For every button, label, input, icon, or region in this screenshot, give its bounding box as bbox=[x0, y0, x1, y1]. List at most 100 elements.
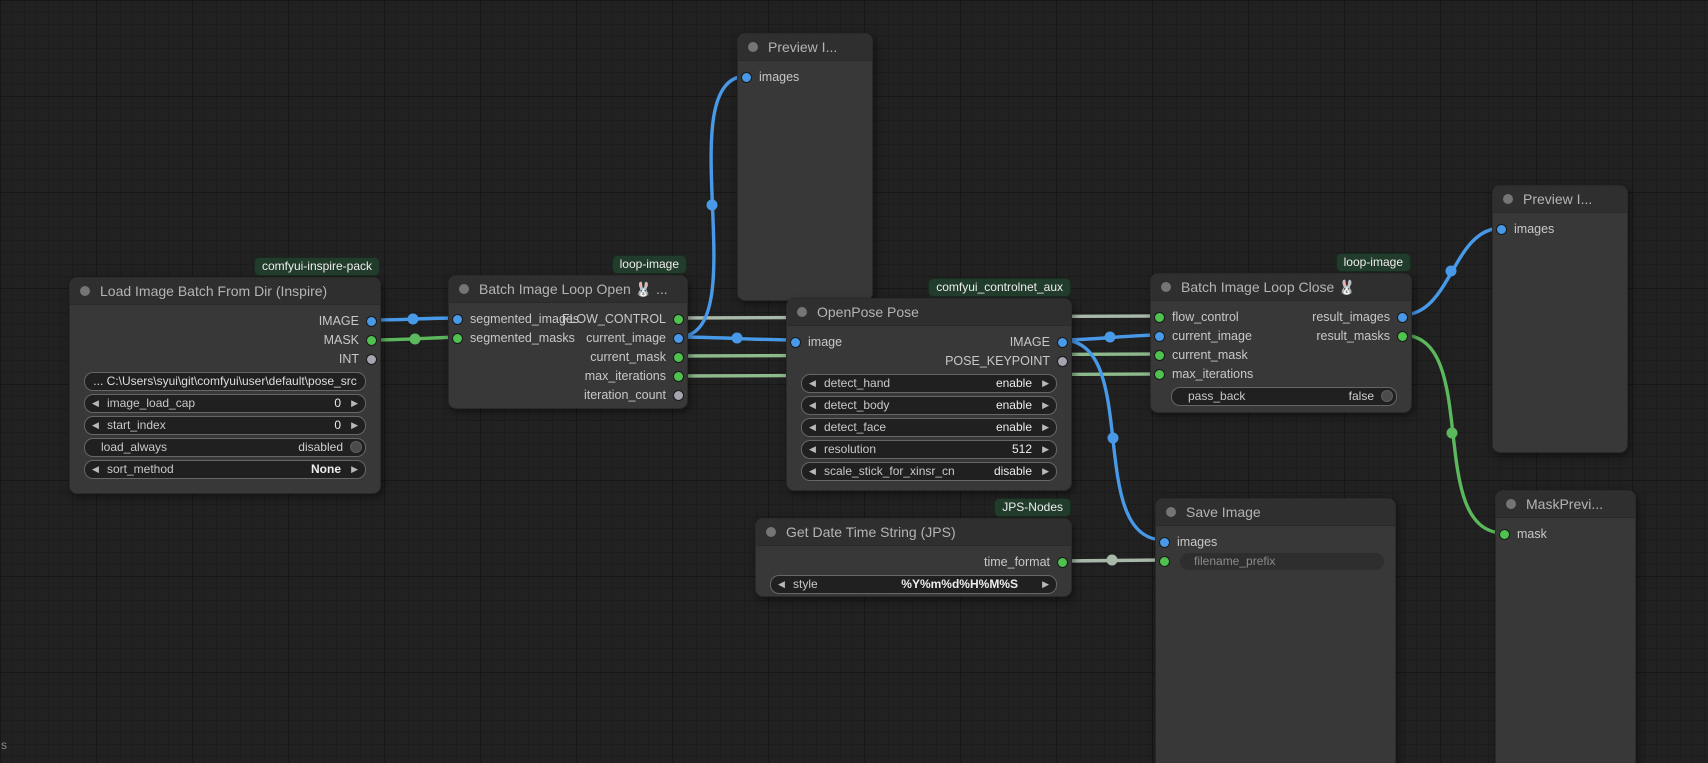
input-port-segmented-images[interactable] bbox=[453, 315, 462, 324]
collapse-dot-icon[interactable] bbox=[797, 307, 807, 317]
node-mask-preview[interactable]: MaskPrevi... mask bbox=[1495, 490, 1636, 763]
link-midpoint-dot[interactable] bbox=[410, 334, 421, 345]
node-title-bar[interactable]: Save Image bbox=[1156, 499, 1395, 526]
node-preview-image-right[interactable]: Preview I... images bbox=[1492, 185, 1628, 453]
output-label: time_format bbox=[984, 553, 1050, 572]
increment-arrow-icon[interactable]: ▶ bbox=[1042, 375, 1049, 392]
increment-arrow-icon[interactable]: ▶ bbox=[351, 417, 358, 434]
node-graph-canvas[interactable]: comfyui-inspire-pack Load Image Batch Fr… bbox=[0, 0, 1708, 763]
link-midpoint-dot[interactable] bbox=[707, 200, 718, 211]
node-load-image-batch-from-dir[interactable]: comfyui-inspire-pack Load Image Batch Fr… bbox=[69, 277, 381, 494]
collapse-dot-icon[interactable] bbox=[459, 284, 469, 294]
input-port-flow-control[interactable] bbox=[1155, 313, 1164, 322]
input-port-current-mask[interactable] bbox=[1155, 351, 1164, 360]
decrement-arrow-icon[interactable]: ◀ bbox=[92, 461, 99, 478]
output-port-current-mask[interactable] bbox=[674, 353, 683, 362]
input-port-image[interactable] bbox=[791, 338, 800, 347]
link-midpoint-dot[interactable] bbox=[1108, 433, 1119, 444]
output-port-time-format[interactable] bbox=[1058, 558, 1067, 567]
increment-arrow-icon[interactable]: ▶ bbox=[351, 461, 358, 478]
node-openpose-pose[interactable]: comfyui_controlnet_aux OpenPose Pose ima… bbox=[786, 298, 1072, 491]
node-title: Load Image Batch From Dir (Inspire) bbox=[100, 283, 327, 299]
output-port-mask[interactable] bbox=[367, 336, 376, 345]
node-title-bar[interactable]: Get Date Time String (JPS) bbox=[756, 519, 1071, 546]
collapse-dot-icon[interactable] bbox=[1166, 507, 1176, 517]
image-load-cap-widget[interactable]: ◀ image_load_cap 0 ▶ bbox=[84, 394, 366, 413]
detect-hand-widget[interactable]: ◀ detect_hand enable ▶ bbox=[801, 374, 1057, 393]
output-port-current-image[interactable] bbox=[674, 334, 683, 343]
increment-arrow-icon[interactable]: ▶ bbox=[1042, 441, 1049, 458]
detect-face-widget[interactable]: ◀ detect_face enable ▶ bbox=[801, 418, 1057, 437]
output-port-iteration-count[interactable] bbox=[674, 391, 683, 400]
detect-body-widget[interactable]: ◀ detect_body enable ▶ bbox=[801, 396, 1057, 415]
decrement-arrow-icon[interactable]: ◀ bbox=[809, 463, 816, 480]
link-midpoint-dot[interactable] bbox=[1447, 428, 1458, 439]
output-port-pose-keypoint[interactable] bbox=[1058, 357, 1067, 366]
decrement-arrow-icon[interactable]: ◀ bbox=[778, 576, 785, 593]
input-port-segmented-masks[interactable] bbox=[453, 334, 462, 343]
sort-method-widget[interactable]: ◀ sort_method None ▶ bbox=[84, 460, 366, 479]
node-title-bar[interactable]: Batch Image Loop Open 🐰 ... bbox=[449, 276, 687, 303]
decrement-arrow-icon[interactable]: ◀ bbox=[809, 419, 816, 436]
input-port-images[interactable] bbox=[742, 73, 751, 82]
node-title-bar[interactable]: Load Image Batch From Dir (Inspire) bbox=[70, 278, 380, 305]
link-midpoint-dot[interactable] bbox=[408, 314, 419, 325]
node-title-bar[interactable]: Preview I... bbox=[738, 34, 872, 61]
directory-path-widget[interactable]: ... C:\Users\syui\git\comfyui\user\defau… bbox=[84, 372, 366, 391]
output-port-result-masks[interactable] bbox=[1398, 332, 1407, 341]
node-title: OpenPose Pose bbox=[817, 304, 919, 320]
start-index-widget[interactable]: ◀ start_index 0 ▶ bbox=[84, 416, 366, 435]
widget-value: disable bbox=[994, 463, 1032, 480]
input-port-mask[interactable] bbox=[1500, 530, 1509, 539]
collapse-dot-icon[interactable] bbox=[80, 286, 90, 296]
link-midpoint-dot[interactable] bbox=[1446, 266, 1457, 277]
increment-arrow-icon[interactable]: ▶ bbox=[1042, 419, 1049, 436]
increment-arrow-icon[interactable]: ▶ bbox=[1042, 576, 1049, 593]
node-get-date-time-string[interactable]: JPS-Nodes Get Date Time String (JPS) tim… bbox=[755, 518, 1072, 597]
output-port-result-images[interactable] bbox=[1398, 313, 1407, 322]
link-midpoint-dot[interactable] bbox=[1105, 332, 1116, 343]
collapse-dot-icon[interactable] bbox=[748, 42, 758, 52]
output-port-int[interactable] bbox=[367, 355, 376, 364]
scale-stick-for-xinsr-cn-widget[interactable]: ◀ scale_stick_for_xinsr_cn disable ▶ bbox=[801, 462, 1057, 481]
load-always-toggle[interactable]: load_always disabled bbox=[84, 438, 366, 457]
resolution-widget[interactable]: ◀ resolution 512 ▶ bbox=[801, 440, 1057, 459]
increment-arrow-icon[interactable]: ▶ bbox=[1042, 397, 1049, 414]
decrement-arrow-icon[interactable]: ◀ bbox=[92, 395, 99, 412]
collapse-dot-icon[interactable] bbox=[1161, 282, 1171, 292]
node-title-bar[interactable]: Preview I... bbox=[1493, 186, 1627, 213]
output-port-image[interactable] bbox=[1058, 338, 1067, 347]
node-save-image[interactable]: Save Image images filename_prefix bbox=[1155, 498, 1396, 763]
node-title-bar[interactable]: Batch Image Loop Close 🐰 bbox=[1151, 274, 1411, 301]
output-port-image[interactable] bbox=[367, 317, 376, 326]
node-title-bar[interactable]: OpenPose Pose bbox=[787, 299, 1071, 326]
decrement-arrow-icon[interactable]: ◀ bbox=[809, 441, 816, 458]
node-batch-image-loop-open[interactable]: loop-image Batch Image Loop Open 🐰 ... s… bbox=[448, 275, 688, 409]
output-port-flow-control[interactable] bbox=[674, 315, 683, 324]
toggle-knob-icon[interactable] bbox=[1381, 390, 1393, 402]
link-midpoint-dot[interactable] bbox=[1107, 555, 1118, 566]
increment-arrow-icon[interactable]: ▶ bbox=[351, 395, 358, 412]
input-port-filename-prefix[interactable] bbox=[1160, 557, 1169, 566]
toggle-knob-icon[interactable] bbox=[350, 441, 362, 453]
style-widget[interactable]: ◀ style %Y%m%d%H%M%S ▶ bbox=[770, 575, 1057, 594]
input-port-images[interactable] bbox=[1497, 225, 1506, 234]
input-port-current-image[interactable] bbox=[1155, 332, 1164, 341]
decrement-arrow-icon[interactable]: ◀ bbox=[809, 397, 816, 414]
collapse-dot-icon[interactable] bbox=[1503, 194, 1513, 204]
output-label: result_images bbox=[1312, 308, 1390, 327]
input-port-images[interactable] bbox=[1160, 538, 1169, 547]
link-midpoint-dot[interactable] bbox=[732, 333, 743, 344]
output-port-max-iterations[interactable] bbox=[674, 372, 683, 381]
filename-prefix-widget[interactable]: filename_prefix bbox=[1180, 553, 1384, 570]
node-preview-image-top[interactable]: Preview I... images bbox=[737, 33, 873, 301]
node-title-bar[interactable]: MaskPrevi... bbox=[1496, 491, 1635, 518]
collapse-dot-icon[interactable] bbox=[1506, 499, 1516, 509]
input-port-max-iterations[interactable] bbox=[1155, 370, 1164, 379]
pass-back-toggle[interactable]: pass_back false bbox=[1171, 387, 1397, 406]
increment-arrow-icon[interactable]: ▶ bbox=[1042, 463, 1049, 480]
node-batch-image-loop-close[interactable]: loop-image Batch Image Loop Close 🐰 flow… bbox=[1150, 273, 1412, 413]
decrement-arrow-icon[interactable]: ◀ bbox=[92, 417, 99, 434]
decrement-arrow-icon[interactable]: ◀ bbox=[809, 375, 816, 392]
collapse-dot-icon[interactable] bbox=[766, 527, 776, 537]
